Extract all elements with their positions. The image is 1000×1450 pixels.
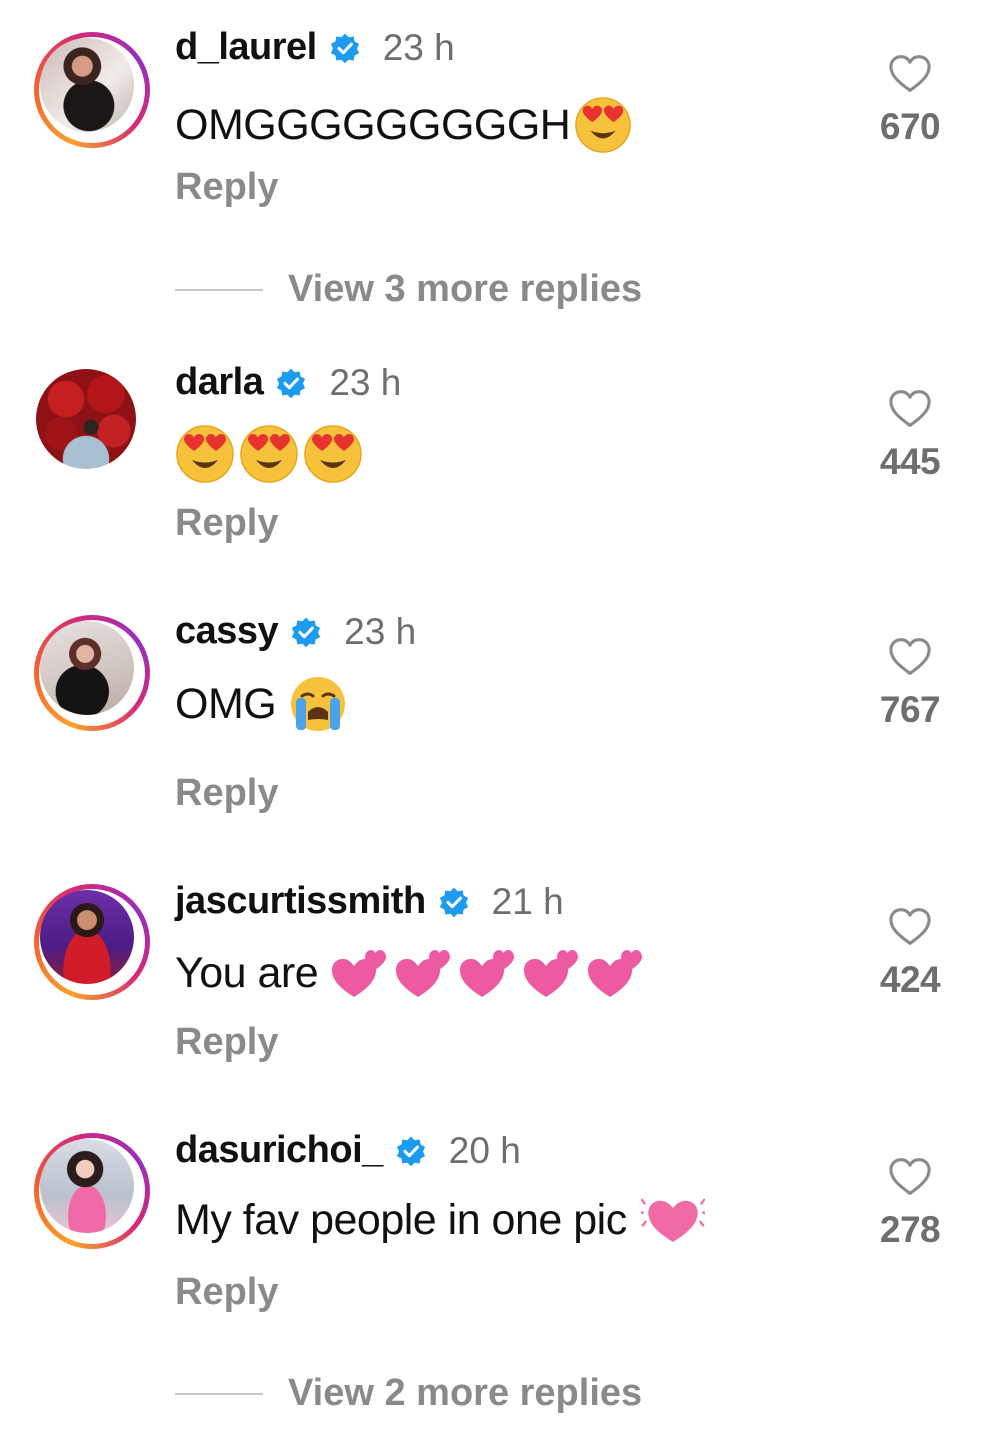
reply-button[interactable]: Reply bbox=[175, 1271, 278, 1314]
two-hearts-emoji-icon bbox=[330, 945, 390, 1001]
heart-eyes-emoji-icon bbox=[303, 424, 363, 484]
comment-time: 23 h bbox=[344, 610, 417, 652]
comment-username[interactable]: dasurichoi_ bbox=[175, 1129, 383, 1172]
reply-button[interactable]: Reply bbox=[175, 166, 278, 209]
comment-time: 23 h bbox=[382, 26, 455, 68]
like-count: 670 bbox=[879, 106, 941, 147]
comment-time: 20 h bbox=[448, 1129, 521, 1171]
comment-time: 21 h bbox=[491, 880, 564, 922]
replies-divider bbox=[175, 288, 263, 291]
heart-outline-icon[interactable] bbox=[888, 1157, 932, 1197]
verified-badge-icon bbox=[395, 1135, 427, 1167]
heart-outline-icon[interactable] bbox=[888, 907, 932, 947]
replies-divider bbox=[175, 1392, 263, 1395]
two-hearts-emoji-icon bbox=[586, 945, 646, 1001]
comment-text: OMGGGGGGGGGH bbox=[175, 100, 571, 149]
avatar-darla[interactable] bbox=[34, 367, 150, 483]
comment-text: OMG bbox=[175, 679, 277, 728]
comment-username[interactable]: d_laurel bbox=[175, 26, 317, 69]
reply-button[interactable]: Reply bbox=[175, 1021, 278, 1064]
comment-text: You are bbox=[175, 948, 319, 997]
reply-button[interactable]: Reply bbox=[175, 772, 278, 815]
verified-badge-icon bbox=[290, 616, 322, 648]
like-count: 445 bbox=[879, 441, 941, 482]
comment-username[interactable]: darla bbox=[175, 361, 264, 404]
heart-outline-icon[interactable] bbox=[888, 54, 932, 94]
view-more-replies[interactable]: View 2 more replies bbox=[175, 1372, 642, 1415]
avatar-jascurtissmith[interactable] bbox=[34, 884, 150, 1000]
like-count: 767 bbox=[879, 689, 941, 730]
comment-text: My fav people in one pic bbox=[175, 1195, 627, 1244]
verified-badge-icon bbox=[275, 367, 307, 399]
verified-badge-icon bbox=[329, 32, 361, 64]
like-count: 424 bbox=[879, 959, 941, 1000]
heart-outline-icon[interactable] bbox=[888, 389, 932, 429]
heart-eyes-emoji-icon bbox=[574, 96, 632, 154]
verified-badge-icon bbox=[438, 886, 470, 918]
heart-eyes-emoji-icon bbox=[175, 424, 235, 484]
comment-time: 23 h bbox=[329, 361, 402, 403]
view-more-replies[interactable]: View 3 more replies bbox=[175, 268, 642, 311]
crying-face-emoji-icon bbox=[288, 674, 348, 734]
avatar-d-laurel[interactable] bbox=[34, 32, 150, 148]
view-more-replies-label: View 3 more replies bbox=[288, 268, 643, 310]
avatar-dasurichoi[interactable] bbox=[34, 1133, 150, 1249]
comment-username[interactable]: cassy bbox=[175, 610, 279, 653]
like-count: 278 bbox=[879, 1209, 941, 1250]
comment-username[interactable]: jascurtissmith bbox=[175, 880, 426, 923]
beating-heart-emoji-icon bbox=[641, 1192, 705, 1248]
two-hearts-emoji-icon bbox=[522, 945, 582, 1001]
avatar-cassy[interactable] bbox=[34, 615, 150, 731]
view-more-replies-label: View 2 more replies bbox=[288, 1372, 643, 1414]
reply-button[interactable]: Reply bbox=[175, 502, 278, 545]
heart-outline-icon[interactable] bbox=[888, 637, 932, 677]
heart-eyes-emoji-icon bbox=[239, 424, 299, 484]
two-hearts-emoji-icon bbox=[394, 945, 454, 1001]
two-hearts-emoji-icon bbox=[458, 945, 518, 1001]
